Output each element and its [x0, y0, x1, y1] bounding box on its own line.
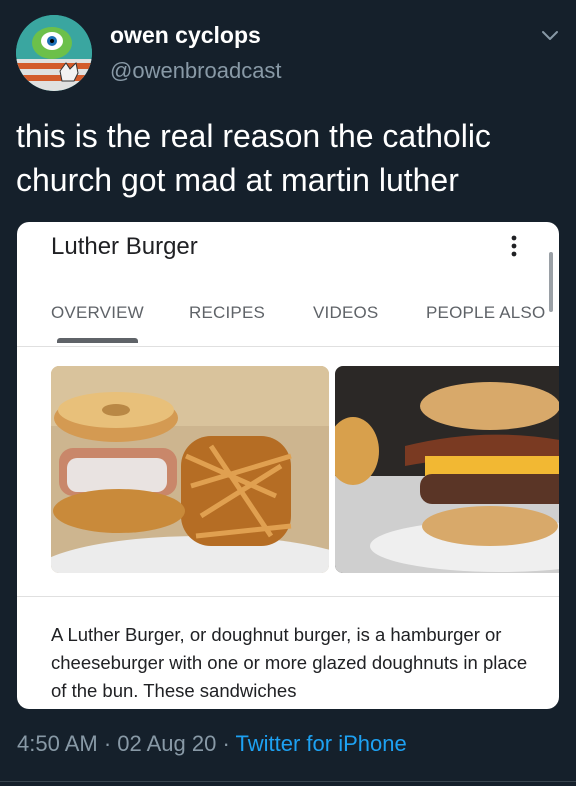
card-divider [17, 596, 559, 597]
active-tab-indicator [57, 338, 138, 343]
avatar[interactable] [16, 15, 92, 91]
separator [0, 781, 576, 782]
source-link[interactable]: Twitter for iPhone [236, 731, 407, 756]
chevron-down-icon[interactable] [538, 24, 562, 48]
tab-videos[interactable]: VIDEOS [313, 303, 378, 323]
timestamp: 4:50 AM · 02 Aug 20 · [17, 731, 236, 756]
tab-overview[interactable]: OVERVIEW [51, 303, 144, 323]
display-name[interactable]: owen cyclops [110, 22, 261, 49]
burger-image-2[interactable] [335, 366, 559, 573]
user-handle[interactable]: @owenbroadcast [110, 58, 282, 84]
search-result-card[interactable]: Luther Burger OVERVIEW RECIPES VIDEOS PE… [17, 222, 559, 709]
tab-recipes[interactable]: RECIPES [189, 303, 265, 323]
tab-people-also[interactable]: PEOPLE ALSO [426, 303, 545, 323]
card-title: Luther Burger [51, 233, 198, 260]
more-vertical-icon[interactable] [506, 232, 522, 260]
burger-image-1[interactable] [51, 366, 329, 573]
tweet-text: this is the real reason the catholic chu… [16, 118, 491, 198]
card-description: A Luther Burger, or doughnut burger, is … [51, 624, 528, 701]
tweet-meta: 4:50 AM · 02 Aug 20 · Twitter for iPhone [17, 731, 407, 757]
